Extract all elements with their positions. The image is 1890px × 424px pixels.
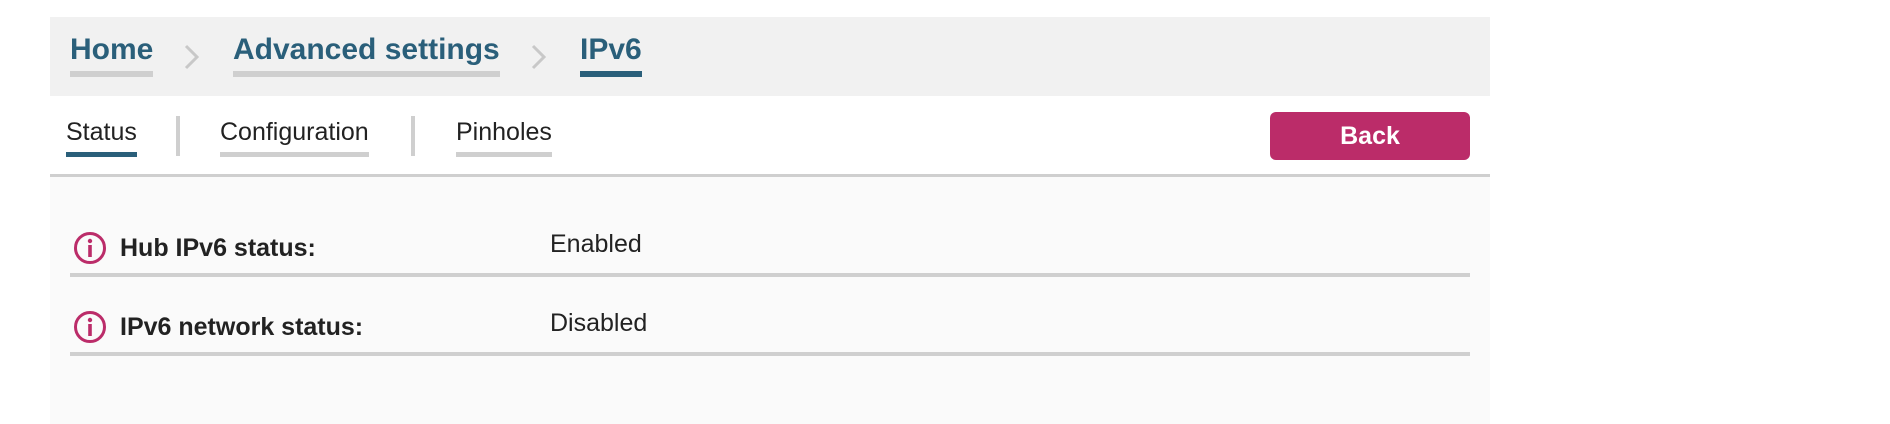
breadcrumb-advanced-settings[interactable]: Advanced settings bbox=[233, 31, 500, 77]
breadcrumb-current-ipv6: IPv6 bbox=[580, 31, 642, 77]
tab-configuration[interactable]: Configuration bbox=[220, 116, 369, 157]
tab-bar: Status Configuration Pinholes Back bbox=[50, 96, 1490, 177]
status-row-hub-ipv6: Hub IPv6 status: Enabled bbox=[70, 194, 1470, 277]
info-icon[interactable] bbox=[73, 310, 107, 344]
breadcrumb-home[interactable]: Home bbox=[70, 31, 154, 77]
chevron-right-icon bbox=[181, 42, 203, 72]
back-button[interactable]: Back bbox=[1270, 112, 1470, 160]
status-value: Disabled bbox=[550, 309, 648, 337]
tab-pinholes[interactable]: Pinholes bbox=[456, 116, 552, 157]
tab-divider bbox=[411, 116, 415, 156]
ipv6-panel: Home Advanced settings IPv6 Status Confi… bbox=[50, 17, 1490, 424]
status-row-ipv6-network: IPv6 network status: Disabled bbox=[70, 273, 1470, 356]
status-label: IPv6 network status: bbox=[120, 313, 364, 341]
status-value: Enabled bbox=[550, 230, 642, 258]
tab-status[interactable]: Status bbox=[66, 116, 137, 157]
status-label: Hub IPv6 status: bbox=[120, 234, 316, 262]
breadcrumb: Home Advanced settings IPv6 bbox=[50, 17, 1490, 96]
tab-divider bbox=[176, 116, 180, 156]
info-icon[interactable] bbox=[73, 231, 107, 265]
chevron-right-icon bbox=[528, 42, 550, 72]
